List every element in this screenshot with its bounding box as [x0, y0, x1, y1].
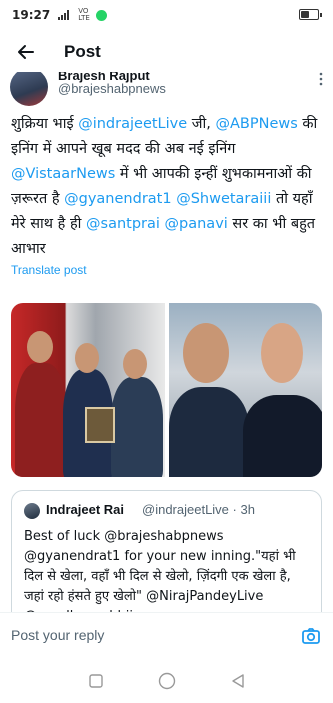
translate-post-link[interactable]: Translate post: [11, 263, 87, 277]
mention-link[interactable]: @indrajeetLive: [78, 116, 187, 132]
post-media: [11, 303, 322, 477]
system-back-button[interactable]: [228, 671, 248, 691]
post-text-segment: शुक्रिया भाई: [11, 116, 79, 132]
quote-author-meta: @indrajeetLive · 3h: [142, 502, 255, 517]
signal-icon: [58, 10, 70, 20]
post-photo-1[interactable]: [11, 303, 165, 477]
author-header: Brajesh Rajput @brajeshabpnews: [10, 72, 323, 108]
camera-button[interactable]: [301, 626, 321, 646]
mention-link[interactable]: @VistaarNews: [11, 166, 115, 182]
more-options-button[interactable]: [319, 72, 323, 89]
page-title: Post: [64, 42, 101, 61]
network-label: VO LTE: [78, 7, 90, 22]
quoted-post[interactable]: Indrajeet Rai @indrajeetLive · 3h Best o…: [11, 490, 322, 612]
mention-link[interactable]: @Shwetaraiii: [176, 191, 271, 207]
author-avatar[interactable]: [10, 72, 48, 106]
recent-apps-button[interactable]: [86, 671, 106, 691]
status-time: 19:27: [12, 8, 51, 22]
mention-link[interactable]: @panavi: [165, 216, 228, 232]
reply-input[interactable]: Post your reply: [11, 627, 104, 643]
back-button[interactable]: [6, 32, 46, 72]
camera-icon: [302, 628, 320, 644]
whatsapp-icon: [96, 9, 108, 21]
post-text: शुक्रिया भाई @indrajeetLive जी, @ABPNews…: [11, 112, 323, 262]
back-arrow-icon: [18, 45, 34, 59]
battery-icon: [299, 9, 322, 20]
status-bar: 19:27 VO LTE: [0, 0, 333, 30]
author-handle[interactable]: @brajeshabpnews: [58, 81, 166, 96]
triangle-back-icon: [231, 673, 244, 688]
circle-icon: [158, 672, 175, 689]
post-photo-2[interactable]: [168, 303, 322, 477]
status-icons: VO LTE: [58, 7, 108, 22]
mention-link[interactable]: @gyanendrat1: [64, 191, 171, 207]
quote-text: Best of luck @brajeshabpnews @gyanendrat…: [24, 529, 296, 612]
post-text-segment: जी,: [187, 116, 216, 132]
more-vertical-icon: [319, 72, 323, 86]
mention-link[interactable]: @ABPNews: [216, 116, 298, 132]
quote-author-name: Indrajeet Rai: [46, 502, 125, 517]
quote-avatar: [24, 503, 40, 519]
top-bar: Post: [0, 32, 333, 72]
mention-link[interactable]: @santprai: [86, 216, 160, 232]
square-icon: [88, 673, 103, 688]
reply-bar: Post your reply: [0, 612, 333, 658]
home-button[interactable]: [157, 671, 177, 691]
post-detail[interactable]: Brajesh Rajput @brajeshabpnews शुक्रिया …: [0, 72, 333, 612]
system-nav-bar: [0, 658, 333, 703]
